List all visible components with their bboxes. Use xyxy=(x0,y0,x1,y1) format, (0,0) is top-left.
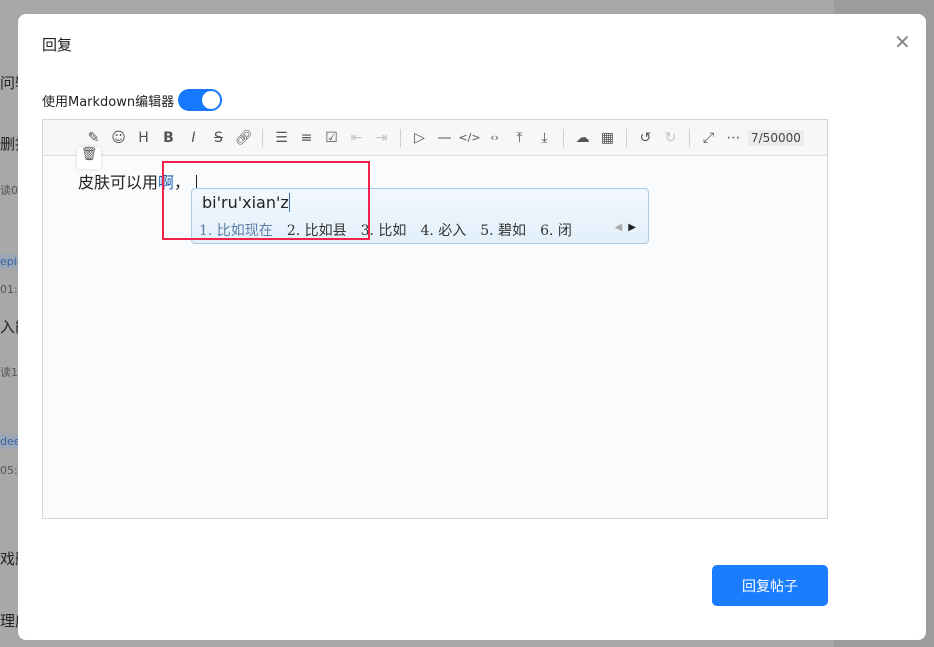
redo-icon[interactable]: ↻ xyxy=(658,130,683,146)
code-block-icon[interactable]: ‹› xyxy=(482,131,507,144)
bg-fragment: 读0 xyxy=(0,184,18,197)
markdown-toggle[interactable] xyxy=(178,89,223,111)
divider xyxy=(689,128,690,147)
header-icon[interactable]: H xyxy=(131,130,156,146)
checklist-icon[interactable]: ☑ xyxy=(319,130,344,146)
ordered-list-icon[interactable]: ≡ xyxy=(294,130,319,146)
annotation-highlight-box xyxy=(162,161,370,240)
divider xyxy=(262,128,263,147)
markdown-editor[interactable]: ✎ ☺ H B I S 🔗︎ ☰ ≡ ☑ ⇤ ⇥ ▷ — </> ‹› ⤒ ⤓ … xyxy=(42,119,828,519)
editor-toolbar: ✎ ☺ H B I S 🔗︎ ☰ ≡ ☑ ⇤ ⇥ ▷ — </> ‹› ⤒ ⤓ … xyxy=(43,120,827,156)
close-icon[interactable]: ✕ xyxy=(894,30,911,54)
line-icon[interactable]: — xyxy=(432,130,457,146)
ime-pager: ◀ ▶ xyxy=(615,222,636,233)
trash-icon[interactable]: 🗑︎ xyxy=(77,147,101,169)
more-icon[interactable]: ⋯ xyxy=(721,130,746,146)
divider xyxy=(626,128,627,147)
indent-icon[interactable]: ⇥ xyxy=(369,130,394,146)
dialog-title: 回复 xyxy=(42,36,73,54)
content-text: 皮肤可以用 xyxy=(78,173,159,192)
divider xyxy=(563,128,564,147)
emoji-icon[interactable]: ☺ xyxy=(106,130,131,146)
fullscreen-icon[interactable]: ⤢ xyxy=(696,130,721,146)
table-icon[interactable]: ▦ xyxy=(595,130,620,146)
upload-icon[interactable]: ☁ xyxy=(570,130,595,146)
submit-reply-button[interactable]: 回复帖子 xyxy=(712,565,828,606)
ime-candidate[interactable]: 4. 必入 xyxy=(420,220,466,240)
quote-icon[interactable]: ▷ xyxy=(407,130,432,146)
unordered-list-icon[interactable]: ☰ xyxy=(269,130,294,146)
inline-code-icon[interactable]: </> xyxy=(457,131,482,144)
markdown-toggle-row: 使用Markdown编辑器 xyxy=(42,89,223,111)
insert-after-icon[interactable]: ⤓ xyxy=(532,130,557,146)
markdown-label: 使用Markdown编辑器 xyxy=(42,94,175,110)
edit-icon[interactable]: ✎ xyxy=(81,130,106,146)
bold-icon[interactable]: B xyxy=(156,130,181,146)
ime-candidate[interactable]: 5. 碧如 xyxy=(480,220,526,240)
prev-page-icon[interactable]: ◀ xyxy=(615,222,623,233)
divider xyxy=(400,128,401,147)
italic-icon[interactable]: I xyxy=(181,130,206,146)
strikethrough-icon[interactable]: S xyxy=(206,130,231,146)
char-count: 7/50000 xyxy=(748,129,804,146)
insert-before-icon[interactable]: ⤒ xyxy=(507,130,532,146)
undo-icon[interactable]: ↺ xyxy=(633,130,658,146)
next-page-icon[interactable]: ▶ xyxy=(628,222,636,233)
bg-fragment: 读1 xyxy=(0,366,18,379)
reply-dialog: 回复 ✕ 使用Markdown编辑器 ✎ ☺ H B I S 🔗︎ ☰ ≡ ☑ … xyxy=(18,14,926,640)
outdent-icon[interactable]: ⇤ xyxy=(344,130,369,146)
ime-candidate[interactable]: 6. 闭 xyxy=(540,220,572,240)
link-icon[interactable]: 🔗︎ xyxy=(231,130,256,146)
